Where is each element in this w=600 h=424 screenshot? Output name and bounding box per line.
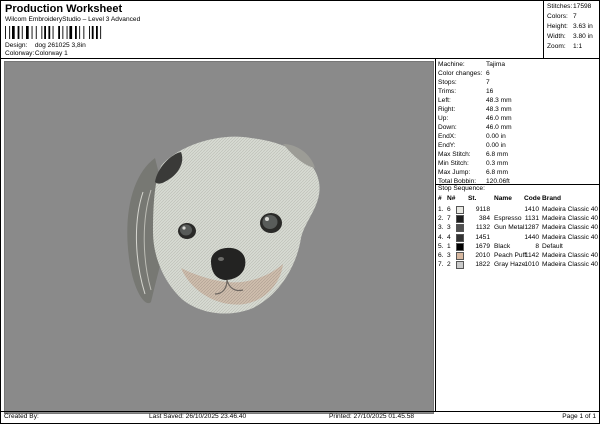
colorway-value: Colorway 1	[34, 50, 68, 57]
sequence-row: 6. 3 2010 Peach Puff 1142 Madeira Classic 40	[438, 252, 599, 260]
colorway-label: Colorway:	[5, 50, 35, 57]
design-preview	[4, 61, 434, 414]
design-row: Design: dog 261025 3,8in	[5, 42, 86, 49]
design-value: dog 261025 3,8in	[34, 42, 86, 49]
machine-row: EndY: 0.00 in	[438, 142, 506, 149]
worksheet: Production Worksheet Wilcom EmbroiderySt…	[0, 0, 600, 424]
info-panel: Machine: Tajima Color changes: 6 Stops: 7 Trim…	[435, 59, 600, 411]
design-label: Design:	[5, 42, 28, 49]
page-title: Production Worksheet	[5, 3, 123, 15]
software-subtitle: Wilcom EmbroideryStudio – Level 3 Advanc…	[5, 16, 141, 23]
stop-sequence-title: Stop Sequence:	[438, 185, 485, 192]
colorway-row: Colorway: Colorway 1	[5, 50, 68, 57]
page-number: Page 1 of 1	[562, 413, 596, 420]
machine-row: Max Jump: 6.8 mm	[438, 169, 508, 176]
sequence-row: 7. 2 1822 Gray Haze 1010 Madeira Classic 40	[438, 261, 599, 270]
sequence-row: 4. 4 1451 1440 Madeira Classic 40	[438, 233, 599, 242]
header: Production Worksheet Wilcom EmbroiderySt…	[1, 1, 544, 58]
machine-row: Stops: 7	[438, 79, 490, 86]
zoom-stat: Zoom: 1:1	[547, 43, 583, 50]
machine-row: Up: 46.0 mm	[438, 115, 512, 122]
color-swatch	[456, 206, 464, 214]
machine-row: Min Stitch: 0.3 mm	[438, 160, 508, 167]
color-swatch	[456, 224, 464, 233]
machine-row: Left: 48.3 mm	[438, 97, 512, 104]
color-swatch	[456, 215, 464, 224]
machine-row: Trims: 16	[438, 88, 494, 95]
embroidered-dog-image	[127, 136, 320, 314]
stitches-stat: Stitches:17598	[547, 3, 592, 10]
printed-date: Printed: 27/10/2025 01.45.58	[329, 413, 415, 420]
created-by: Created By:	[4, 413, 39, 420]
color-swatch	[456, 233, 464, 242]
color-swatch	[456, 252, 464, 260]
width-stat: Width: 3.80 in	[547, 33, 593, 40]
machine-row: Machine: Tajima	[438, 61, 506, 68]
footer: Created By: Last Saved: 26/10/2025 23.46…	[1, 411, 599, 423]
height-stat: Height: 3.63 in	[547, 23, 593, 30]
stats-box: Stitches:17598 Colors: 7 Height: 3.63 in W…	[543, 1, 599, 59]
sequence-row: 5. 1 1679 Black 8 Default	[438, 242, 563, 251]
sequence-row: 2. 7 384 Espresso 1131 Madeira Classic 40	[438, 215, 599, 224]
machine-row: EndX: 0.00 in	[438, 133, 506, 140]
sequence-row: 1. 6 9118 1410 Madeira Classic 40	[438, 206, 599, 214]
color-swatch	[456, 261, 464, 270]
barcode	[5, 26, 102, 39]
machine-row: Right: 48.3 mm	[438, 106, 512, 113]
machine-row: Color changes: 6	[438, 70, 490, 77]
colors-stat: Colors: 7	[547, 13, 577, 20]
last-saved: Last Saved: 26/10/2025 23.46.40	[149, 413, 247, 420]
machine-row: Down: 46.0 mm	[438, 124, 512, 131]
machine-row: Max Stitch: 6.8 mm	[438, 151, 508, 158]
sequence-row: 3. 3 1132 Gun Metal 1287 Madeira Classic 40	[438, 224, 599, 233]
color-swatch	[456, 242, 464, 251]
